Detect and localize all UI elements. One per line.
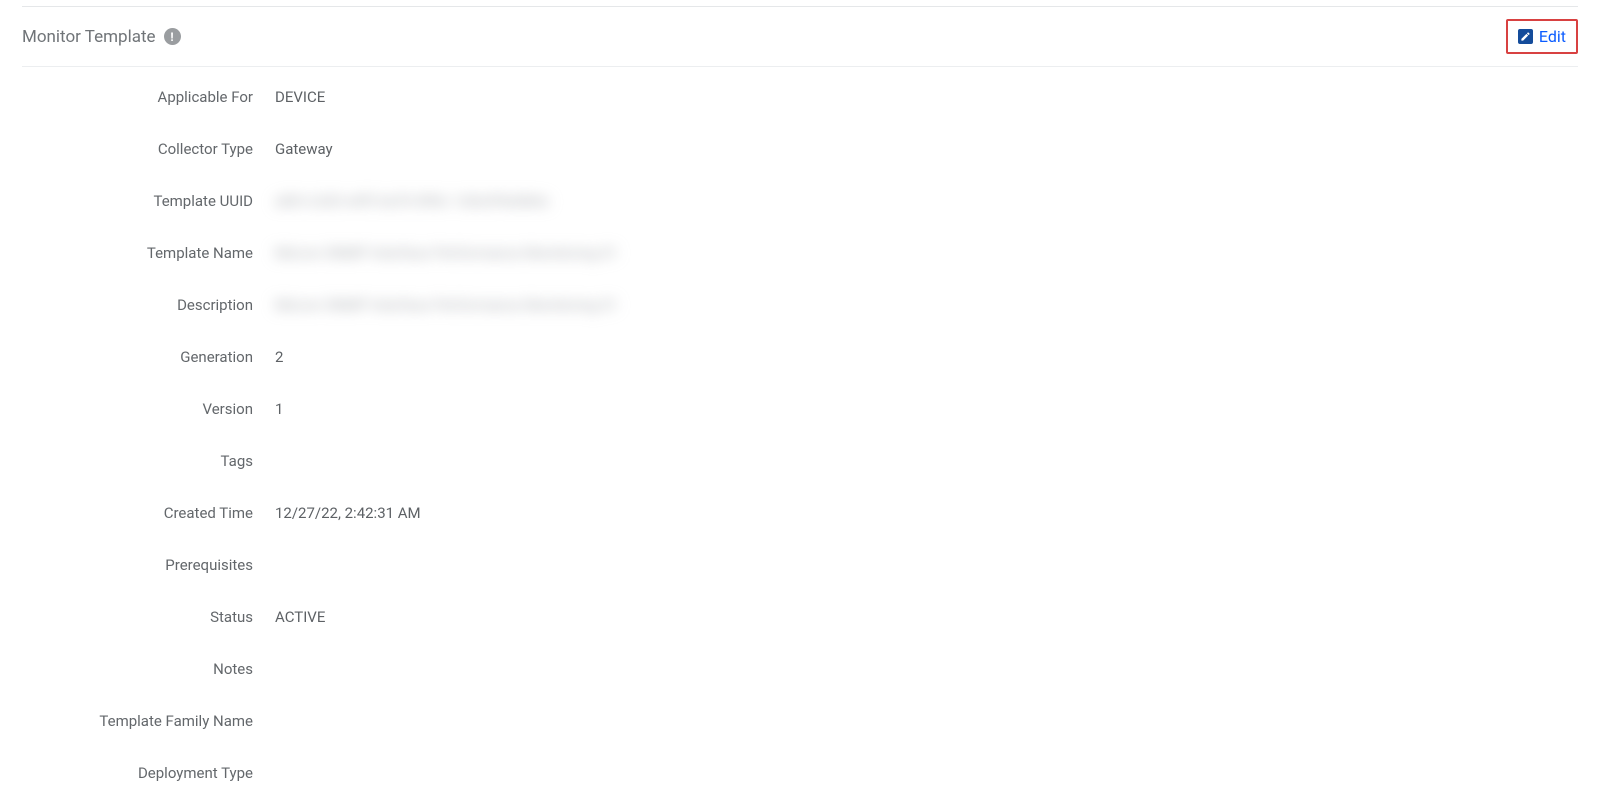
field-label: Status — [22, 608, 257, 626]
field-value: Micron SNMP Interface Performance Monito… — [257, 296, 618, 314]
detail-row: Notes — [22, 643, 1578, 695]
field-value: 1 — [257, 400, 283, 418]
info-icon[interactable]: ! — [164, 28, 181, 45]
detail-list: Applicable ForDEVICECollector TypeGatewa… — [22, 67, 1578, 799]
field-value: DEVICE — [257, 88, 325, 106]
field-label: Deployment Type — [22, 764, 257, 782]
field-label: Collector Type — [22, 140, 257, 158]
field-label: Prerequisites — [22, 556, 257, 574]
field-label: Applicable For — [22, 88, 257, 106]
field-value: Gateway — [257, 140, 333, 158]
detail-row: DescriptionMicron SNMP Interface Perform… — [22, 279, 1578, 331]
field-value: Micron SNMP Interface Performance Monito… — [257, 244, 618, 262]
panel-title-wrap: Monitor Template ! — [22, 27, 181, 47]
edit-button[interactable]: Edit — [1506, 19, 1578, 54]
detail-row: Tags — [22, 435, 1578, 487]
detail-row: Template Family Name — [22, 695, 1578, 747]
field-label: Template Name — [22, 244, 257, 262]
edit-label: Edit — [1539, 27, 1566, 46]
field-value: ACTIVE — [257, 608, 325, 626]
detail-row: Collector TypeGateway — [22, 123, 1578, 175]
field-label: Template UUID — [22, 192, 257, 210]
field-label: Description — [22, 296, 257, 314]
panel-header: Monitor Template ! Edit — [22, 7, 1578, 67]
field-label: Notes — [22, 660, 257, 678]
detail-row: StatusACTIVE — [22, 591, 1578, 643]
panel-title: Monitor Template — [22, 27, 156, 47]
field-value: 2 — [257, 348, 283, 366]
field-value: 12/27/22, 2:42:31 AM — [257, 504, 421, 522]
detail-row: Template UUIDa0b1c2d3 e4f5 6a7b 890c 1d2… — [22, 175, 1578, 227]
detail-row: Template NameMicron SNMP Interface Perfo… — [22, 227, 1578, 279]
detail-row: Version1 — [22, 383, 1578, 435]
monitor-template-panel: Monitor Template ! Edit Applicable ForDE… — [22, 6, 1578, 799]
field-label: Template Family Name — [22, 712, 257, 730]
detail-row: Generation2 — [22, 331, 1578, 383]
field-value: a0b1c2d3 e4f5 6a7b 890c 1d2e3f4a5b6c — [257, 192, 550, 210]
field-label: Version — [22, 400, 257, 418]
detail-row: Prerequisites — [22, 539, 1578, 591]
detail-row: Deployment Type — [22, 747, 1578, 799]
pencil-icon — [1518, 29, 1533, 44]
detail-row: Applicable ForDEVICE — [22, 71, 1578, 123]
field-label: Created Time — [22, 504, 257, 522]
detail-row: Created Time12/27/22, 2:42:31 AM — [22, 487, 1578, 539]
field-label: Tags — [22, 452, 257, 470]
field-label: Generation — [22, 348, 257, 366]
